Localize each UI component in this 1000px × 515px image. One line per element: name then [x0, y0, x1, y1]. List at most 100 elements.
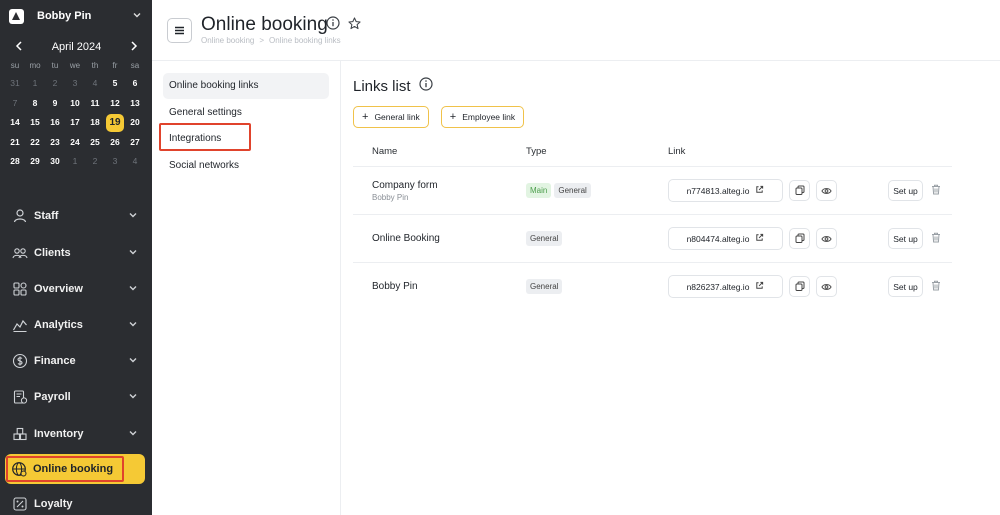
- calendar-day[interactable]: 30: [45, 152, 65, 172]
- preview-link-button[interactable]: [816, 228, 837, 249]
- submenu-item-general-settings[interactable]: General settings: [163, 100, 329, 126]
- setup-button[interactable]: Set up: [888, 180, 923, 201]
- sidebar-item-analytics[interactable]: Analytics: [0, 310, 152, 340]
- settings-submenu: Online booking links General settings Inte…: [163, 73, 329, 179]
- calendar-day[interactable]: 25: [85, 133, 105, 153]
- copy-link-button[interactable]: [789, 276, 810, 297]
- calendar-day[interactable]: 1: [25, 74, 45, 94]
- add-general-link-button[interactable]: + General link: [353, 106, 429, 128]
- calendar-day-number: 31: [10, 78, 20, 88]
- row-subname: Bobby Pin: [372, 193, 409, 202]
- trash-icon: [931, 280, 941, 294]
- sidebar-item-clients[interactable]: Clients: [0, 238, 152, 268]
- calendar-day[interactable]: 13: [125, 94, 145, 114]
- calendar-day[interactable]: 5: [105, 74, 125, 94]
- calendar-day[interactable]: 20: [125, 113, 145, 133]
- sidebar-item-label: Analytics: [34, 319, 83, 331]
- prev-month-button[interactable]: [14, 40, 24, 54]
- delete-button[interactable]: [929, 280, 943, 294]
- calendar-day[interactable]: 21: [5, 133, 25, 153]
- calendar-day[interactable]: 24: [65, 133, 85, 153]
- setup-button[interactable]: Set up: [888, 228, 923, 249]
- calendar-day-today[interactable]: 19: [105, 113, 125, 133]
- sidebar-item-loyalty[interactable]: Loyalty: [0, 489, 152, 515]
- row-name-cell: Online Booking: [372, 233, 440, 244]
- calendar-day[interactable]: 10: [65, 94, 85, 114]
- sidebar-item-staff[interactable]: Staff: [0, 201, 152, 231]
- calendar-day[interactable]: 7: [5, 94, 25, 114]
- calendar-day[interactable]: 3: [65, 74, 85, 94]
- account-switcher[interactable]: Bobby Pin: [0, 0, 152, 32]
- sidebar-item-label: Online booking: [33, 463, 114, 475]
- submenu-item-integrations[interactable]: Integrations: [163, 126, 329, 152]
- calendar-day[interactable]: 9: [45, 94, 65, 114]
- calendar-day[interactable]: 29: [25, 152, 45, 172]
- submenu-item-online-booking-links[interactable]: Online booking links: [163, 73, 329, 99]
- sidebar-item-overview[interactable]: Overview: [0, 274, 152, 304]
- delete-button[interactable]: [929, 232, 943, 246]
- sidebar-item-label: Payroll: [34, 391, 71, 403]
- plus-icon: +: [362, 110, 369, 123]
- calendar-day[interactable]: 18: [85, 113, 105, 133]
- submenu-item-social-networks[interactable]: Social networks: [163, 153, 329, 179]
- sidebar-item-payroll[interactable]: Payroll: [0, 382, 152, 412]
- booking-link[interactable]: n826237.alteg.io: [668, 275, 783, 298]
- calendar-day-number: 17: [70, 117, 80, 127]
- calendar-day-number: 12: [110, 97, 120, 108]
- loyalty-icon: [12, 496, 28, 512]
- calendar-day-number: 26: [110, 136, 120, 147]
- calendar-day[interactable]: 4: [125, 152, 145, 172]
- calendar-day[interactable]: 15: [25, 113, 45, 133]
- calendar-day[interactable]: 14: [5, 113, 25, 133]
- chevron-down-icon: [132, 10, 142, 23]
- calendar-day[interactable]: 4: [85, 74, 105, 94]
- calendar-day[interactable]: 12: [105, 94, 125, 114]
- copy-link-button[interactable]: [789, 180, 810, 201]
- sidebar: Bobby Pin April 2024 su mo tu we th fr sa 31 1 2 3…: [0, 0, 152, 515]
- calendar-day-number: 1: [32, 78, 38, 88]
- info-icon[interactable]: [326, 16, 340, 33]
- chart-line-icon: [12, 317, 28, 333]
- eye-icon: [821, 232, 832, 246]
- delete-button[interactable]: [929, 184, 943, 198]
- calendar-day[interactable]: 22: [25, 133, 45, 153]
- calendar-day[interactable]: 11: [85, 94, 105, 114]
- sidebar-item-online-booking[interactable]: Online booking: [5, 454, 145, 484]
- calendar-day[interactable]: 2: [85, 152, 105, 172]
- calendar-day-number: 28: [10, 156, 20, 166]
- calendar-day[interactable]: 2: [45, 74, 65, 94]
- calendar-day[interactable]: 31: [5, 74, 25, 94]
- calendar-day[interactable]: 1: [65, 152, 85, 172]
- column-header-link: Link: [668, 146, 686, 157]
- sidebar-item-inventory[interactable]: Inventory: [0, 419, 152, 449]
- row-name-cell: Bobby Pin: [372, 281, 418, 292]
- row-type-cell: General: [526, 278, 565, 294]
- star-icon[interactable]: [348, 16, 361, 33]
- booking-link[interactable]: n774813.alteg.io: [668, 179, 783, 202]
- calendar-day[interactable]: 28: [5, 152, 25, 172]
- calendar-day[interactable]: 17: [65, 113, 85, 133]
- external-link-icon: [755, 281, 764, 292]
- copy-link-button[interactable]: [789, 228, 810, 249]
- info-icon[interactable]: [418, 77, 433, 95]
- booking-link[interactable]: n804474.alteg.io: [668, 227, 783, 250]
- sidebar-item-finance[interactable]: Finance: [0, 346, 152, 376]
- preview-link-button[interactable]: [816, 180, 837, 201]
- calendar-day[interactable]: 8: [25, 94, 45, 114]
- calendar-day[interactable]: 3: [105, 152, 125, 172]
- menu-toggle-button[interactable]: [167, 18, 192, 43]
- add-employee-link-button[interactable]: + Employee link: [440, 106, 525, 128]
- calendar-day[interactable]: 6: [125, 74, 145, 94]
- calendar-day[interactable]: 16: [45, 113, 65, 133]
- breadcrumb-item[interactable]: Online booking: [201, 36, 254, 45]
- chevron-down-icon: [128, 283, 138, 296]
- calendar-day[interactable]: 26: [105, 133, 125, 153]
- calendar-day[interactable]: 27: [125, 133, 145, 153]
- setup-button[interactable]: Set up: [888, 276, 923, 297]
- preview-link-button[interactable]: [816, 276, 837, 297]
- submenu-divider: [340, 61, 341, 515]
- next-month-button[interactable]: [129, 40, 139, 54]
- copy-icon: [795, 280, 805, 294]
- boxes-icon: [12, 426, 28, 442]
- calendar-day[interactable]: 23: [45, 133, 65, 153]
